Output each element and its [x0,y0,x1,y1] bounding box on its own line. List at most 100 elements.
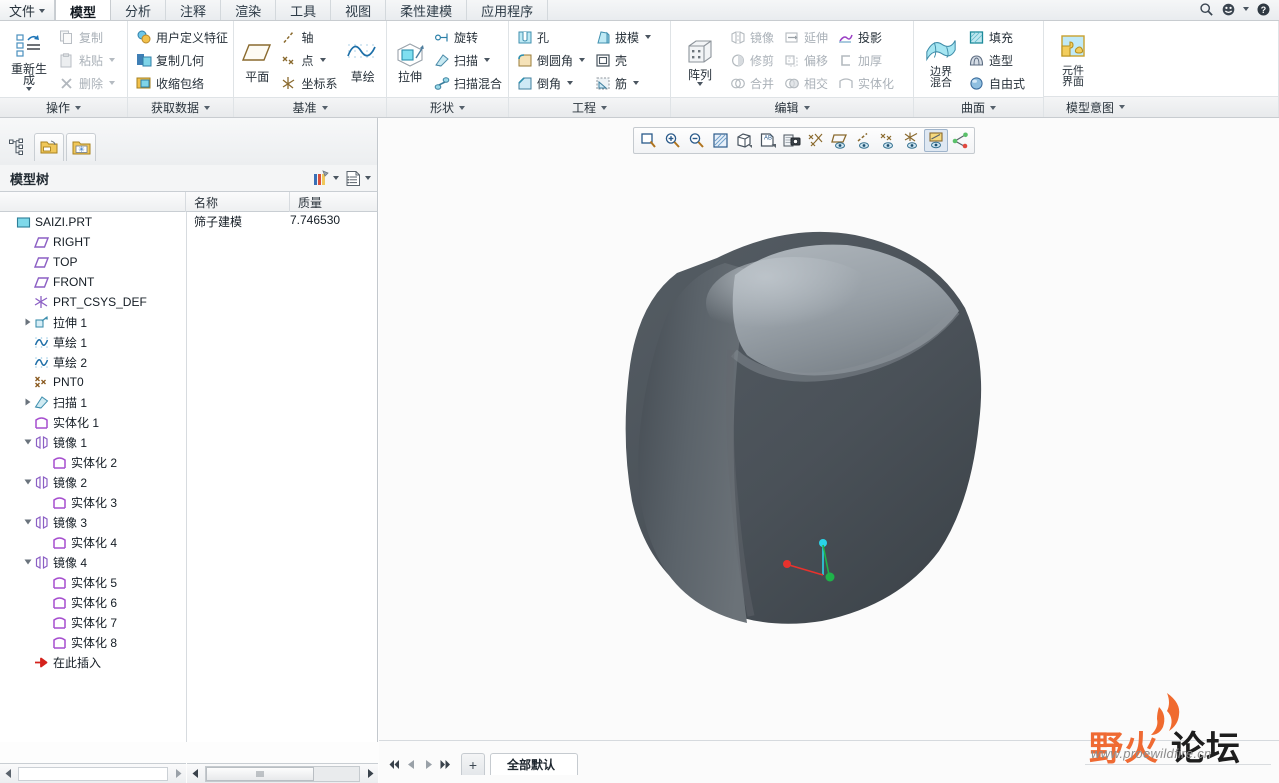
tree-row[interactable]: 镜像 4 [0,552,377,572]
tree-toggle-icon[interactable] [22,292,33,312]
chevron-down-icon[interactable] [365,176,371,180]
rib-button[interactable]: 筋 [592,72,655,94]
tree-toggle-icon[interactable] [22,552,33,572]
chevron-down-icon[interactable] [697,81,703,86]
last-tab-button[interactable] [438,755,452,773]
tree-column-header-name[interactable]: 名称 [186,192,290,212]
shell-button[interactable]: 壳 [592,49,655,71]
tree-toggle-icon[interactable] [40,452,51,472]
ribbon-group-label-engineering[interactable]: 工程 [509,97,670,117]
tree-toggle-icon[interactable] [22,392,33,412]
chevron-down-icon[interactable] [204,105,210,110]
hole-button[interactable]: 孔 [514,26,589,48]
chevron-down-icon[interactable] [109,58,116,62]
tab-view[interactable]: 视图 [331,0,387,20]
tree-row[interactable]: RIGHT [0,232,377,252]
plane-display-button[interactable] [828,129,852,152]
tree-column-header-blank[interactable] [0,192,186,212]
scroll-right-button[interactable] [169,765,186,783]
view-tab-all-default[interactable]: 全部默认 [490,753,578,775]
chevron-down-icon[interactable] [319,58,326,62]
tree-toggle-icon[interactable] [22,652,33,672]
chevron-down-icon[interactable] [990,105,996,110]
tree-toggle-icon[interactable] [40,592,51,612]
account-icon[interactable] [1221,2,1236,17]
chevron-down-icon[interactable] [333,176,339,180]
datum-axis-button[interactable]: 轴 [278,26,341,48]
extrude-button[interactable]: 拉伸 [392,35,428,85]
chevron-down-icon[interactable] [1119,105,1126,109]
chevron-down-icon[interactable] [484,58,491,62]
tree-hscrollbar-left[interactable] [0,763,186,783]
ribbon-group-label-surfaces[interactable]: 曲面 [914,97,1043,117]
favorites-tab[interactable]: ✳ [66,133,96,161]
paste-button[interactable]: 粘贴 [56,49,119,71]
tree-toggle-icon[interactable] [22,232,33,252]
capture-image-button[interactable] [780,129,804,152]
refit-button[interactable] [636,129,660,152]
udf-button[interactable]: 用户定义特征 [133,26,232,48]
tree-row[interactable]: 拉伸 1 [0,312,377,332]
ribbon-group-label-datum[interactable]: 基准 [234,97,386,117]
tree-toggle-icon[interactable] [22,272,33,292]
fill-button[interactable]: 填充 [966,26,1029,48]
chevron-down-icon[interactable] [26,87,32,91]
thicken-button[interactable]: 加厚 [835,49,898,71]
draft-button[interactable]: 拔模 [592,26,655,48]
search-icon[interactable] [1199,2,1214,17]
tree-toggle-icon[interactable] [22,352,33,372]
extend-button[interactable]: 延伸 [781,26,832,48]
ribbon-group-label-model-intent[interactable]: 模型意图 [1044,96,1278,117]
shrinkwrap-button[interactable]: 收缩包络 [133,72,232,94]
x-axis-handle[interactable] [783,560,791,568]
freestyle-button[interactable]: 自由式 [966,72,1029,94]
tree-toggle-icon[interactable] [40,632,51,652]
previous-tab-button[interactable] [404,755,418,773]
tree-row[interactable]: 在此插入 [0,652,377,672]
solidify-button[interactable]: 实体化 [835,72,898,94]
scroll-track[interactable] [18,766,168,781]
ribbon-group-label-shapes[interactable]: 形状 [387,97,508,117]
chevron-down-icon[interactable] [321,105,328,110]
saved-views-button[interactable]: AB [756,129,780,152]
tree-toggle-icon[interactable] [40,532,51,552]
sweep-button[interactable]: 扫描 [431,49,506,71]
tree-toggle-icon[interactable] [22,252,33,272]
chevron-down-icon[interactable] [75,105,81,110]
tree-toggle-icon[interactable] [40,492,51,512]
scroll-left-button[interactable] [0,765,17,783]
tab-annotate[interactable]: 注释 [166,0,222,20]
style-button[interactable]: 造型 [966,49,1029,71]
tree-row[interactable]: 实体化 4 [0,532,377,552]
tree-toggle-icon[interactable] [40,612,51,632]
help-icon[interactable]: ? [1256,2,1271,17]
tab-tools[interactable]: 工具 [276,0,332,20]
datum-display-all-button[interactable] [804,129,828,152]
tree-row[interactable]: 镜像 3 [0,512,377,532]
axis-display-button[interactable] [852,129,876,152]
chevron-down-icon[interactable] [601,105,607,110]
pattern-button[interactable]: 阵列 [676,33,724,88]
tree-toggle-icon[interactable] [22,312,33,332]
boundary-blend-button[interactable]: 边界 混合 [919,30,963,91]
first-tab-button[interactable] [387,755,401,773]
tree-hscrollbar-right[interactable] [187,763,378,783]
offset-button[interactable]: 偏移 [781,49,832,71]
chevron-down-icon[interactable] [109,81,116,85]
component-interface-button[interactable]: 元件 界面 [1049,29,1097,90]
tree-row[interactable]: 实体化 5 [0,572,377,592]
tree-row[interactable]: 实体化 2 [0,452,377,472]
tree-row[interactable]: 实体化 3 [0,492,377,512]
coordinate-system-button[interactable]: 坐标系 [278,72,341,94]
trim-button[interactable]: 修剪 [727,49,778,71]
chevron-down-icon[interactable] [1243,7,1249,11]
chevron-down-icon[interactable] [645,35,652,39]
tree-row[interactable]: 实体化 1 [0,412,377,432]
tree-columns-button[interactable] [345,170,371,187]
tree-column-header-mass[interactable]: 质量 [290,192,377,212]
project-button[interactable]: 投影 [835,26,898,48]
graphics-viewport[interactable] [379,118,1279,740]
scroll-track[interactable] [205,765,360,782]
chevron-down-icon[interactable] [459,105,465,110]
delete-button[interactable]: 删除 [56,72,119,94]
